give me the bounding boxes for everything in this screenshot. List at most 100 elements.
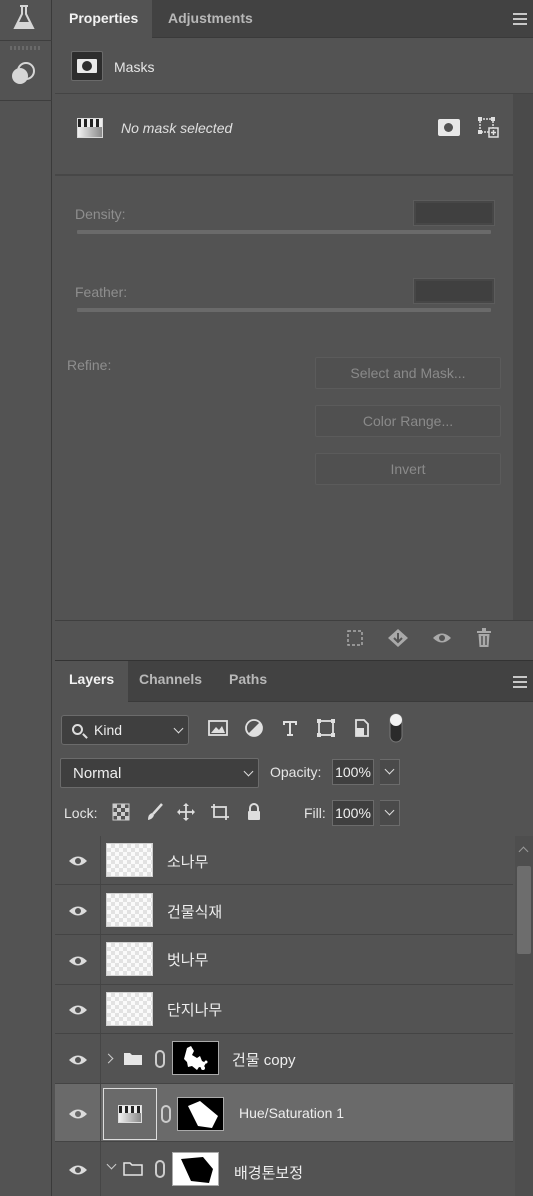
visibility-eye-icon[interactable] bbox=[68, 855, 88, 867]
shape-filter-icon[interactable] bbox=[316, 718, 336, 738]
layer-row[interactable]: 단지나무 bbox=[55, 985, 513, 1034]
lock-label: Lock: bbox=[64, 805, 98, 821]
mask-shape bbox=[184, 1046, 208, 1070]
row-divider bbox=[100, 836, 101, 884]
adjustment-thumbnail-frame[interactable] bbox=[103, 1088, 157, 1140]
search-icon bbox=[72, 724, 83, 735]
adjustment-layer-icon bbox=[77, 118, 103, 138]
icon-stripes bbox=[119, 1106, 141, 1113]
panel-menu-icon[interactable] bbox=[513, 676, 527, 688]
layer-name: 단지나무 bbox=[167, 1002, 223, 1019]
selection-from-mask-icon[interactable] bbox=[347, 630, 363, 646]
feather-slider bbox=[77, 308, 491, 312]
mask-shape bbox=[188, 1101, 218, 1128]
toolstrip-grip[interactable] bbox=[10, 46, 40, 50]
chevron-down-icon bbox=[173, 723, 184, 734]
opacity-input[interactable]: 100% bbox=[332, 759, 374, 785]
add-vector-mask-icon[interactable] bbox=[477, 116, 499, 138]
row-divider bbox=[100, 1034, 101, 1083]
layer-row[interactable]: 소나무 bbox=[55, 836, 513, 885]
lock-artboard-icon[interactable] bbox=[211, 803, 229, 821]
link-icon[interactable] bbox=[155, 1050, 165, 1068]
lock-transparency-icon[interactable] bbox=[112, 803, 130, 821]
hue-saturation-icon bbox=[118, 1105, 142, 1123]
type-filter-icon[interactable] bbox=[280, 718, 300, 738]
folder-icon bbox=[124, 1053, 142, 1065]
layer-group-row[interactable]: 건물 copy bbox=[55, 1034, 513, 1084]
apply-mask-icon[interactable] bbox=[387, 628, 409, 648]
layer-row[interactable]: 벗나무 bbox=[55, 935, 513, 985]
masks-label: Masks bbox=[114, 59, 155, 75]
image-filter-icon[interactable] bbox=[208, 718, 228, 738]
overlap-circles-icon[interactable] bbox=[9, 60, 37, 88]
lock-move-icon[interactable] bbox=[177, 803, 195, 821]
lock-brush-icon[interactable] bbox=[146, 803, 164, 821]
chevron-down-icon[interactable] bbox=[106, 1159, 117, 1170]
layer-thumbnail bbox=[106, 992, 153, 1026]
panel-menu-icon[interactable] bbox=[513, 13, 527, 25]
scrollbar-thumb[interactable] bbox=[517, 866, 531, 954]
kind-filter-label: Kind bbox=[94, 722, 123, 738]
layer-thumbnail bbox=[106, 942, 153, 976]
invert-button[interactable]: Invert bbox=[315, 453, 501, 485]
layer-name: 건물 copy bbox=[232, 1052, 296, 1069]
layer-mask-thumbnail[interactable] bbox=[172, 1041, 219, 1075]
trash-icon[interactable] bbox=[476, 628, 492, 648]
lock-all-icon[interactable] bbox=[245, 803, 263, 821]
row-divider bbox=[100, 1084, 101, 1141]
adjustment-filter-icon[interactable] bbox=[244, 718, 264, 738]
tab-properties[interactable]: Properties bbox=[55, 0, 153, 39]
mask-status-row: No mask selected bbox=[55, 94, 515, 176]
tool-strip bbox=[0, 0, 52, 1196]
visibility-eye-icon[interactable] bbox=[68, 905, 88, 917]
chevron-right-icon[interactable] bbox=[103, 1053, 114, 1064]
mask-section-icon[interactable] bbox=[71, 51, 103, 81]
lock-row: Lock: Fill: 100% bbox=[55, 794, 533, 830]
layer-name: 건물식재 bbox=[167, 904, 223, 921]
layer-group-row[interactable]: 배경톤보정 bbox=[55, 1142, 513, 1196]
layer-mask-thumbnail[interactable] bbox=[177, 1097, 224, 1131]
density-slider bbox=[77, 230, 491, 234]
opacity-dropdown-button[interactable] bbox=[380, 759, 400, 785]
properties-tabbar: Properties Adjustments bbox=[55, 0, 533, 39]
link-icon[interactable] bbox=[161, 1105, 171, 1123]
mask-status-text: No mask selected bbox=[121, 120, 233, 136]
visibility-eye-icon[interactable] bbox=[68, 955, 88, 967]
color-range-button[interactable]: Color Range... bbox=[315, 405, 501, 437]
tab-adjustments[interactable]: Adjustments bbox=[154, 0, 267, 38]
layers-scrollbar[interactable] bbox=[515, 836, 533, 1196]
tab-paths[interactable]: Paths bbox=[215, 661, 281, 703]
toolstrip-divider bbox=[0, 100, 52, 101]
row-divider bbox=[100, 935, 101, 984]
layer-filter-row: Kind bbox=[55, 702, 533, 754]
kind-filter-select[interactable]: Kind bbox=[61, 715, 189, 745]
visibility-icon[interactable] bbox=[432, 632, 452, 644]
visibility-eye-icon[interactable] bbox=[68, 1054, 88, 1066]
add-pixel-mask-icon[interactable] bbox=[438, 119, 460, 136]
properties-scrollbar[interactable] bbox=[513, 94, 533, 620]
flask-icon[interactable] bbox=[12, 4, 36, 32]
layer-row-selected[interactable]: Hue/Saturation 1 bbox=[55, 1084, 513, 1142]
layer-row[interactable]: 건물식재 bbox=[55, 885, 513, 935]
layer-thumbnail bbox=[106, 843, 153, 877]
tab-layers[interactable]: Layers bbox=[55, 661, 129, 704]
filter-toggle-icon[interactable] bbox=[389, 713, 403, 743]
tab-channels[interactable]: Channels bbox=[125, 661, 216, 703]
link-icon[interactable] bbox=[155, 1160, 165, 1178]
feather-field bbox=[413, 278, 495, 304]
layer-name: 소나무 bbox=[167, 854, 209, 871]
layer-name: 벗나무 bbox=[167, 952, 209, 969]
layer-thumbnail bbox=[106, 893, 153, 927]
visibility-eye-icon[interactable] bbox=[68, 1004, 88, 1016]
visibility-eye-icon[interactable] bbox=[68, 1164, 88, 1176]
blend-mode-select[interactable]: Normal bbox=[60, 758, 259, 788]
chevron-down-icon bbox=[243, 766, 254, 777]
fill-input[interactable]: 100% bbox=[332, 800, 374, 826]
smart-object-filter-icon[interactable] bbox=[352, 718, 372, 738]
scroll-up-arrow-icon[interactable] bbox=[518, 846, 529, 857]
fill-dropdown-button[interactable] bbox=[380, 800, 400, 826]
layer-mask-thumbnail[interactable] bbox=[172, 1152, 219, 1186]
visibility-eye-icon[interactable] bbox=[68, 1108, 88, 1120]
properties-footer bbox=[55, 620, 533, 658]
select-and-mask-button[interactable]: Select and Mask... bbox=[315, 357, 501, 389]
